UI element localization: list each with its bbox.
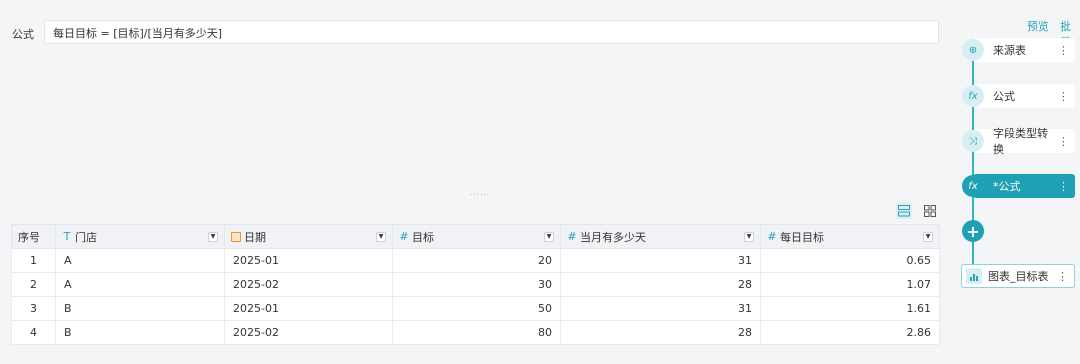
data-preview-table: 序号 T 门店 ▼ 日期 ▼ # 目标 ▼ # 当月有多少天 ▼ # 每日目标 ▼ 1 A 202… xyxy=(11,224,940,345)
column-label: 门店 xyxy=(75,230,97,244)
row-index: 4 xyxy=(11,320,56,345)
table-row: 3 B 2025-01 50 31 1.61 xyxy=(11,296,940,321)
chevron-down-icon[interactable]: ▼ xyxy=(376,231,386,242)
flow-node-chart[interactable]: 图表_目标表 ⋮ xyxy=(961,264,1075,288)
column-header-daily-target[interactable]: # 每日目标 ▼ xyxy=(760,224,940,249)
table-row: 2 A 2025-02 30 28 1.07 xyxy=(11,272,940,297)
cell-daily-target: 1.61 xyxy=(760,296,940,321)
cell-date: 2025-02 xyxy=(224,320,393,345)
panel-resize-handle[interactable]: …… xyxy=(470,188,490,198)
column-label: 当月有多少天 xyxy=(580,230,646,244)
formula-input[interactable]: 每日目标 = [目标]/[当月有多少天] xyxy=(44,20,939,44)
column-label: 每日目标 xyxy=(780,230,824,244)
column-header-days[interactable]: # 当月有多少天 ▼ xyxy=(560,224,761,249)
chevron-down-icon[interactable]: ▼ xyxy=(208,231,218,242)
formula-icon: fx xyxy=(962,85,984,107)
cell-days: 31 xyxy=(560,296,761,321)
flow-node-field-type-convert[interactable]: ⤨ 字段类型转换 ⋮ xyxy=(962,127,1075,156)
shuffle-icon: ⤨ xyxy=(962,130,984,152)
flow-node-label: 公式 xyxy=(993,90,1015,103)
add-step-button[interactable]: + xyxy=(962,220,984,242)
bar-chart-icon xyxy=(966,268,982,284)
more-options-icon[interactable]: ⋮ xyxy=(1057,270,1068,283)
flow-node-card[interactable]: *公式 ⋮ xyxy=(973,174,1075,198)
flow-sidebar: 预览 批量 ⊕ 来源表 ⋮ fx 公式 ⋮ ⤨ 字段类型转换 ⋮ fx *公式 … xyxy=(950,0,1080,364)
flow-node-formula[interactable]: fx 公式 ⋮ xyxy=(962,84,1075,108)
table-header-row: 序号 T 门店 ▼ 日期 ▼ # 目标 ▼ # 当月有多少天 ▼ # 每日目标 ▼ xyxy=(11,224,940,249)
cell-date: 2025-01 xyxy=(224,296,393,321)
formula-label: 公式 xyxy=(12,28,34,41)
cell-date: 2025-01 xyxy=(224,248,393,273)
cell-days: 28 xyxy=(560,272,761,297)
cell-store: B xyxy=(55,296,225,321)
cell-date: 2025-02 xyxy=(224,272,393,297)
preview-link[interactable]: 预览 xyxy=(1027,18,1049,34)
flow-node-label: 字段类型转换 xyxy=(993,127,1048,156)
flow-node-card[interactable]: 字段类型转换 ⋮ xyxy=(973,127,1075,156)
table-row: 4 B 2025-02 80 28 2.86 xyxy=(11,320,940,345)
table-row: 1 A 2025-01 20 31 0.65 xyxy=(11,248,940,273)
row-index: 3 xyxy=(11,296,56,321)
flow-node-formula-active[interactable]: fx *公式 ⋮ xyxy=(962,174,1075,198)
row-index: 1 xyxy=(11,248,56,273)
text-type-icon: T xyxy=(63,230,71,243)
number-type-icon: # xyxy=(399,230,409,243)
column-header-target[interactable]: # 目标 ▼ xyxy=(392,224,561,249)
column-label: 目标 xyxy=(412,230,434,244)
flow-node-source-table[interactable]: ⊕ 来源表 ⋮ xyxy=(962,38,1075,62)
more-options-icon[interactable]: ⋮ xyxy=(1058,180,1069,193)
chevron-down-icon[interactable]: ▼ xyxy=(544,231,554,242)
cell-daily-target: 0.65 xyxy=(760,248,940,273)
cell-days: 28 xyxy=(560,320,761,345)
cell-store: A xyxy=(55,272,225,297)
chevron-down-icon[interactable]: ▼ xyxy=(744,231,754,242)
chevron-down-icon[interactable]: ▼ xyxy=(923,231,933,242)
cell-store: A xyxy=(55,248,225,273)
cell-target: 20 xyxy=(392,248,561,273)
column-header-date[interactable]: 日期 ▼ xyxy=(224,224,393,249)
flow-node-card[interactable]: 来源表 ⋮ xyxy=(973,38,1075,62)
row-index: 2 xyxy=(11,272,56,297)
more-options-icon[interactable]: ⋮ xyxy=(1058,135,1069,148)
formula-icon: fx xyxy=(962,175,984,197)
flow-node-label: *公式 xyxy=(993,180,1021,193)
cell-target: 80 xyxy=(392,320,561,345)
date-type-icon xyxy=(231,231,241,242)
cell-daily-target: 2.86 xyxy=(760,320,940,345)
cell-store: B xyxy=(55,320,225,345)
column-header-index: 序号 xyxy=(11,224,56,249)
table-view-icon[interactable] xyxy=(896,203,912,219)
cell-target: 30 xyxy=(392,272,561,297)
main-panel: 公式 每日目标 = [目标]/[当月有多少天] …… 序号 T 门店 ▼ 日期 … xyxy=(0,0,950,364)
column-header-store[interactable]: T 门店 ▼ xyxy=(55,224,225,249)
number-type-icon: # xyxy=(567,230,577,243)
index-header-label: 序号 xyxy=(18,230,40,244)
more-options-icon[interactable]: ⋮ xyxy=(1058,44,1069,57)
cell-days: 31 xyxy=(560,248,761,273)
cell-daily-target: 1.07 xyxy=(760,272,940,297)
source-table-icon: ⊕ xyxy=(962,39,984,61)
flow-node-label: 来源表 xyxy=(993,44,1026,57)
more-options-icon[interactable]: ⋮ xyxy=(1058,90,1069,103)
cell-target: 50 xyxy=(392,296,561,321)
number-type-icon: # xyxy=(767,230,777,243)
column-label: 日期 xyxy=(244,230,266,244)
flow-node-label: 图表_目标表 xyxy=(988,270,1049,283)
grid-view-icon[interactable] xyxy=(922,203,938,219)
flow-node-card[interactable]: 公式 ⋮ xyxy=(973,84,1075,108)
